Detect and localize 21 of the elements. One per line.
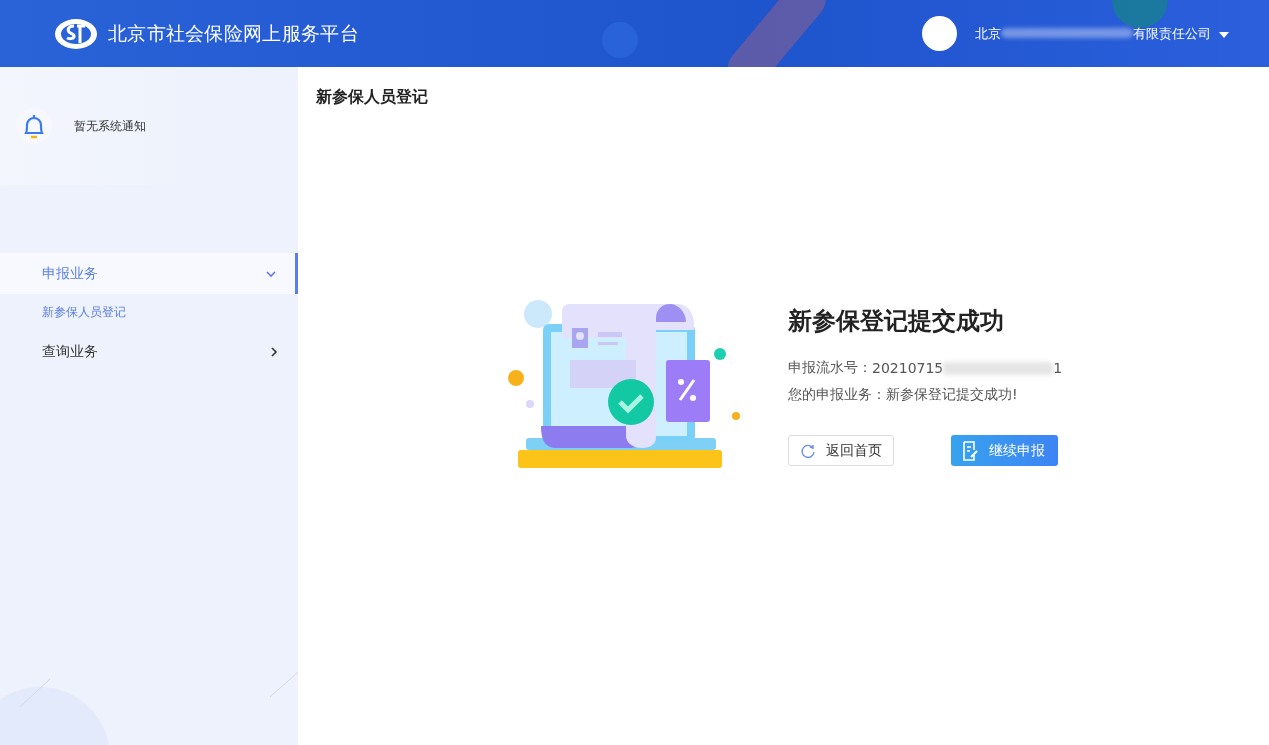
line-decoration [269, 671, 298, 698]
success-title: 新参保登记提交成功 [788, 306, 1004, 337]
site-title: 北京市社会保险网上服务平台 [108, 20, 359, 46]
continue-button[interactable]: 继续申报 [951, 435, 1058, 466]
circle-decoration [1112, 0, 1168, 28]
company-name[interactable]: 北京 有限责任公司 [975, 24, 1211, 43]
menu-item[interactable]: 查询业务 [0, 331, 298, 372]
logo-icon [54, 17, 98, 50]
home-button[interactable]: 返回首页 [788, 435, 894, 466]
serial-number: 申报流水号：20210715 1 [788, 359, 1063, 377]
menu-item[interactable]: 申报业务 [0, 253, 298, 294]
page-title: 新参保人员登记 [316, 87, 428, 108]
submenu-item[interactable]: 新参保人员登记 [0, 294, 298, 331]
avatar-icon[interactable] [922, 16, 957, 51]
notice-text: 暂无系统通知 [74, 117, 146, 135]
chevron-right-icon [268, 345, 280, 358]
refresh-icon [800, 442, 816, 459]
document-edit-icon [961, 440, 979, 461]
caret-icon[interactable] [1219, 32, 1229, 38]
result-message: 您的申报业务：新参保登记提交成功! [788, 386, 1018, 404]
line-decoration [19, 678, 51, 708]
